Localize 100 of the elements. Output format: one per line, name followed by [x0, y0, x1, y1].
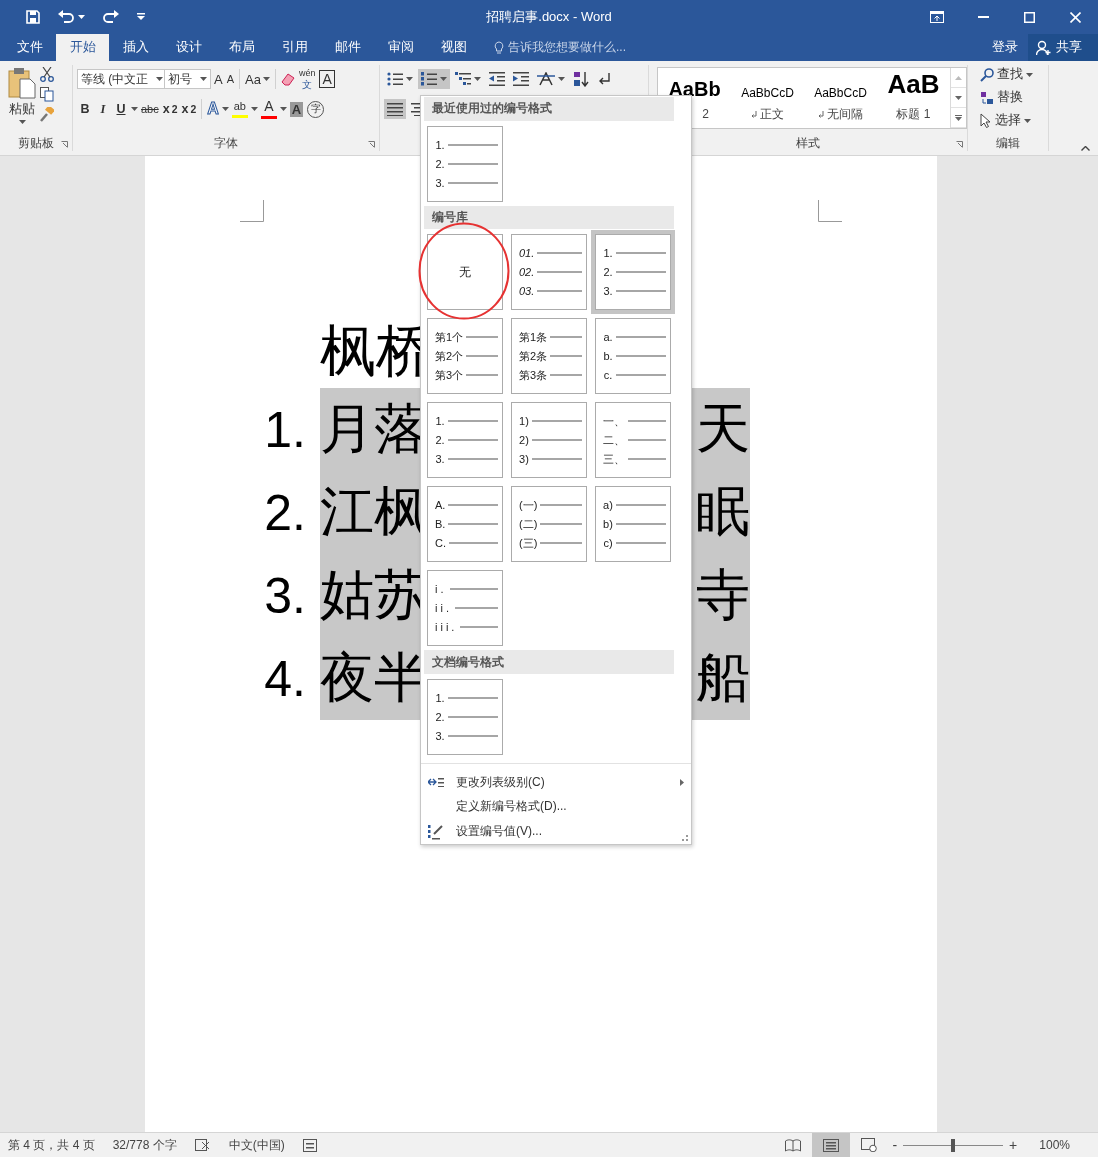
increase-indent-icon[interactable]: [513, 72, 529, 86]
save-icon[interactable]: [26, 10, 40, 24]
ribbon-tab[interactable]: 插入: [109, 34, 162, 61]
multilevel-list-icon[interactable]: [455, 72, 471, 86]
grow-font-button[interactable]: A: [213, 69, 224, 89]
change-case-button[interactable]: Aa: [244, 69, 271, 89]
dialog-launcher-icon[interactable]: [956, 141, 963, 148]
font-name-field[interactable]: 等线 (中文正: [77, 69, 167, 89]
resize-grip-icon[interactable]: [682, 835, 688, 841]
more-styles-icon[interactable]: [955, 114, 962, 121]
style-option[interactable]: AaBbCcD 无间隔: [804, 68, 877, 128]
bullets-icon[interactable]: [387, 72, 403, 86]
caret-icon[interactable]: [474, 77, 481, 81]
page-count[interactable]: 第 4 页，共 4 页: [8, 1136, 95, 1154]
caret-icon[interactable]: [156, 77, 163, 81]
proofing-icon[interactable]: [194, 1138, 211, 1152]
numbering-option[interactable]: (一) (二) (三): [511, 486, 587, 563]
menu-item[interactable]: 更改列表级别(C): [424, 770, 690, 795]
ribbon-tab[interactable]: 设计: [162, 34, 215, 61]
ribbon-tab[interactable]: 邮件: [321, 34, 374, 61]
caret-icon[interactable]: [250, 107, 258, 111]
dialog-launcher-icon[interactable]: [368, 141, 375, 148]
read-mode-icon[interactable]: [785, 1138, 802, 1152]
zoom-out-button[interactable]: -: [888, 1137, 902, 1153]
redo-icon[interactable]: [103, 10, 119, 24]
eraser-icon[interactable]: [279, 72, 296, 86]
language-indicator[interactable]: 中文(中国): [228, 1136, 285, 1154]
select-button[interactable]: 选择: [978, 111, 1035, 130]
format-button[interactable]: abc: [140, 101, 160, 117]
slider-thumb[interactable]: [951, 1138, 956, 1152]
paragraph-marks-icon[interactable]: [597, 72, 611, 86]
font-color-button[interactable]: A: [259, 97, 278, 121]
word-count[interactable]: 32/778 个字: [112, 1136, 177, 1154]
numbering-option[interactable]: a) b) c): [595, 486, 671, 563]
numbering-option[interactable]: 1. 2. 3.: [427, 679, 503, 755]
format-button[interactable]: I: [95, 99, 111, 119]
zoom-in-button[interactable]: +: [1005, 1137, 1022, 1153]
caret-icon[interactable]: [18, 120, 26, 124]
asian-layout-icon[interactable]: [537, 72, 555, 86]
copy-icon[interactable]: [40, 87, 54, 102]
align-left-icon[interactable]: [387, 102, 403, 116]
format-painter-icon[interactable]: [40, 107, 54, 122]
decrease-indent-icon[interactable]: [489, 72, 505, 86]
numbering-option[interactable]: 第1条 第2条 第3条: [511, 318, 587, 395]
paste-button[interactable]: 粘贴: [4, 65, 40, 135]
character-border-button[interactable]: A: [318, 68, 336, 90]
caret-icon[interactable]: [1026, 72, 1033, 77]
format-button[interactable]: B: [77, 100, 93, 118]
undo-icon[interactable]: [58, 10, 74, 24]
caret-icon[interactable]: [406, 77, 413, 81]
ribbon-display-options-icon[interactable]: [930, 11, 944, 23]
character-shading-button[interactable]: A: [288, 99, 305, 119]
cut-icon[interactable]: [40, 67, 54, 82]
ribbon-tab[interactable]: 视图: [427, 34, 480, 61]
style-option[interactable]: AaB 标题 1: [877, 68, 950, 128]
print-layout-icon[interactable]: [823, 1138, 840, 1152]
shrink-font-button[interactable]: A: [225, 71, 235, 87]
share-button[interactable]: 共享: [1028, 34, 1098, 61]
numbering-option[interactable]: 1. 2. 3.: [427, 402, 503, 479]
close-icon[interactable]: [1069, 11, 1081, 23]
numbering-option[interactable]: 1) 2) 3): [511, 402, 587, 479]
macro-recording-icon[interactable]: [302, 1138, 317, 1152]
numbering-option[interactable]: 1. 2. 3.: [427, 125, 503, 202]
sort-icon[interactable]: [573, 71, 589, 87]
caret-icon[interactable]: [1024, 118, 1031, 123]
caret-icon[interactable]: [279, 107, 287, 111]
style-option[interactable]: AaBb 2: [658, 68, 731, 128]
ribbon-tab[interactable]: 引用: [268, 34, 321, 61]
format-button[interactable]: U: [113, 100, 129, 118]
style-option[interactable]: AaBbCcD 正文: [731, 68, 804, 128]
ribbon-tab[interactable]: 文件: [3, 34, 56, 61]
ribbon-tab[interactable]: 开始: [56, 34, 109, 61]
font-size-field[interactable]: 初号: [164, 69, 211, 89]
maximize-icon[interactable]: [1023, 11, 1035, 23]
scroll-down-icon[interactable]: [955, 95, 962, 100]
highlight-button[interactable]: ab: [230, 98, 249, 120]
replace-button[interactable]: 替换: [978, 88, 1035, 107]
numbering-option[interactable]: 无: [427, 234, 503, 311]
caret-icon[interactable]: [131, 107, 138, 111]
collapse-ribbon-icon[interactable]: [1081, 146, 1090, 151]
minimize-icon[interactable]: [977, 16, 989, 18]
numbering-option[interactable]: i. ii. iii.: [427, 570, 503, 647]
ribbon-tab[interactable]: 布局: [215, 34, 268, 61]
tell-me-field[interactable]: 告诉我您想要做什么...: [508, 39, 626, 56]
numbering-option[interactable]: a. b. c.: [595, 318, 671, 395]
phonetic-guide-button[interactable]: wén 文: [297, 66, 317, 92]
menu-item[interactable]: 设置编号值(V)...: [424, 819, 690, 844]
numbering-option[interactable]: 01. 02. 03.: [511, 234, 587, 311]
numbering-option[interactable]: 第1个 第2个 第3个: [427, 318, 503, 395]
numbering-option[interactable]: 一、 二、 三、: [595, 402, 671, 479]
lightbulb-icon[interactable]: [494, 40, 504, 55]
caret-icon[interactable]: [558, 77, 565, 81]
sign-in-link[interactable]: 登录: [982, 34, 1028, 61]
web-layout-icon[interactable]: [861, 1138, 878, 1152]
caret-icon[interactable]: [221, 107, 229, 111]
menu-item[interactable]: 定义新编号格式(D)...: [424, 794, 690, 820]
ribbon-tab[interactable]: 审阅: [374, 34, 427, 61]
find-button[interactable]: 查找: [978, 65, 1035, 84]
caret-icon[interactable]: [440, 77, 447, 81]
customize-caret-icon[interactable]: [137, 13, 145, 21]
